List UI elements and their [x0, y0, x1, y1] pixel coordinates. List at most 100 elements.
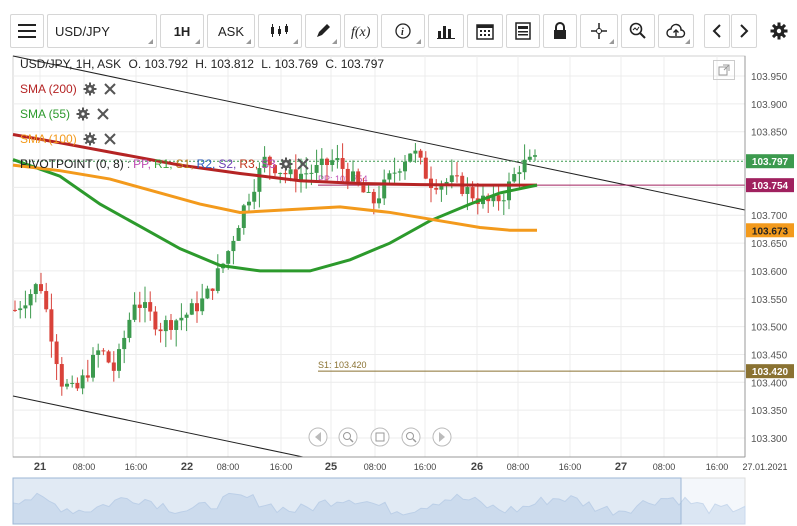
candle-body — [533, 155, 537, 157]
candle-body — [278, 172, 283, 174]
x-tick-label: 08:00 — [73, 462, 96, 472]
y-tick-label: 103.350 — [751, 406, 788, 417]
candle-body — [247, 201, 251, 206]
y-tick-label: 103.550 — [751, 295, 788, 306]
dropdown-corner-icon — [195, 39, 200, 44]
candle-body — [387, 173, 392, 180]
gear-icon[interactable] — [279, 157, 293, 171]
calendar-button[interactable] — [467, 14, 503, 48]
candle-body — [356, 171, 361, 184]
scroll-right-button[interactable] — [731, 14, 757, 48]
x-tick-label: 27.01.2021 — [742, 462, 787, 472]
news-button[interactable] — [506, 14, 540, 48]
x-tick-label: 27 — [615, 461, 627, 473]
timeframe-selector[interactable]: 1H — [160, 14, 204, 48]
symbol-selector[interactable]: USD/JPY — [47, 14, 157, 48]
candlestick-icon — [271, 24, 288, 37]
symbol-label: USD/JPY — [55, 24, 110, 39]
candle-body — [231, 240, 236, 252]
close-icon[interactable] — [103, 82, 117, 96]
x-tick-label: 21 — [34, 461, 46, 473]
candle-body — [33, 284, 38, 295]
gear-icon — [770, 22, 788, 40]
drawing-tools-button[interactable] — [305, 14, 341, 48]
close-icon[interactable] — [296, 157, 310, 171]
candle-body — [91, 354, 95, 378]
x-tick-label: 16:00 — [706, 462, 729, 472]
candle-body — [309, 172, 314, 174]
indicators-button[interactable]: f(x) — [344, 14, 378, 48]
candle-body — [65, 383, 69, 387]
nav-zoom-out-button[interactable] — [338, 427, 358, 447]
sma100-price-label: 103.673 — [752, 226, 789, 237]
candle-body — [195, 303, 199, 312]
settings-button[interactable] — [762, 14, 796, 48]
candle-body — [449, 175, 454, 182]
pivot-label: PIVOTPOINT (0, 8) — [20, 157, 124, 171]
maximize-button[interactable] — [713, 60, 735, 80]
candle-body — [210, 288, 215, 291]
x-tick-label: 08:00 — [507, 462, 530, 472]
candle-body — [179, 317, 184, 321]
chart-type-button[interactable] — [258, 14, 302, 48]
s1-line-label: S1: 103.420 — [318, 360, 367, 370]
info-button[interactable]: i — [381, 14, 425, 48]
volume-button[interactable] — [428, 14, 464, 48]
close-icon[interactable] — [96, 107, 110, 121]
price-side-selector[interactable]: ASK — [207, 14, 255, 48]
nav-reset-button[interactable] — [370, 427, 390, 447]
close-icon[interactable] — [103, 132, 117, 146]
crosshair-button[interactable] — [580, 14, 618, 48]
cloud-upload-icon — [666, 23, 686, 38]
legend-pivotpoint[interactable]: PIVOTPOINT (0, 8) : PP, R1, S1, R2, S2, … — [20, 157, 310, 171]
candle-body — [23, 305, 28, 309]
overview-window[interactable] — [12, 477, 682, 525]
menu-button[interactable] — [10, 14, 44, 48]
pivot-item-colon: : — [126, 157, 131, 171]
candle-body — [522, 159, 527, 173]
candle-body — [205, 288, 210, 299]
legend-sma55[interactable]: SMA (55) — [20, 107, 110, 121]
y-tick-label: 103.850 — [751, 128, 788, 139]
candle-body — [163, 320, 168, 332]
candle-body — [304, 173, 309, 175]
y-tick-label: 103.450 — [751, 350, 788, 361]
gear-icon[interactable] — [83, 132, 97, 146]
candle-body — [184, 314, 189, 318]
candle-body — [465, 187, 470, 194]
lock-button[interactable] — [543, 14, 577, 48]
gear-icon[interactable] — [76, 107, 90, 121]
chart-grid — [12, 55, 746, 458]
candle-body — [96, 350, 101, 355]
dropdown-corner-icon — [332, 39, 337, 44]
pivot-item-r2: R2, — [196, 157, 216, 171]
candle-body — [241, 205, 246, 228]
candle-body — [319, 158, 324, 165]
export-button[interactable] — [658, 14, 694, 48]
last-price-label: 103.797 — [752, 157, 789, 168]
candle-body — [325, 158, 329, 165]
lock-icon — [554, 22, 566, 39]
candle-body — [106, 351, 111, 363]
candle-body — [496, 195, 501, 202]
legend-sma100[interactable]: SMA (100) — [20, 132, 117, 146]
zoom-button[interactable] — [621, 14, 655, 48]
y-tick-label: 103.650 — [751, 239, 788, 250]
scroll-left-button[interactable] — [704, 14, 730, 48]
pivot-item-r3: R3, — [239, 157, 259, 171]
candle-body — [54, 341, 59, 365]
nav-zoom-in-button[interactable] — [401, 427, 421, 447]
function-icon: f(x) — [351, 25, 371, 39]
candle-body — [137, 304, 142, 308]
y-tick-label: 103.500 — [751, 323, 788, 334]
y-tick-label: 103.700 — [751, 211, 788, 222]
legend-sma200[interactable]: SMA (200) — [20, 82, 117, 96]
x-tick-label: 08:00 — [653, 462, 676, 472]
gear-icon[interactable] — [83, 82, 97, 96]
y-tick-label: 103.400 — [751, 378, 788, 389]
candle-body — [153, 311, 158, 330]
candle-body — [470, 187, 475, 199]
sma100-label: SMA (100) — [20, 132, 77, 146]
price-chart[interactable]: S1: 103.420PP: 103.754 103.950103.900103… — [0, 48, 797, 526]
crosshair-icon — [591, 23, 607, 39]
